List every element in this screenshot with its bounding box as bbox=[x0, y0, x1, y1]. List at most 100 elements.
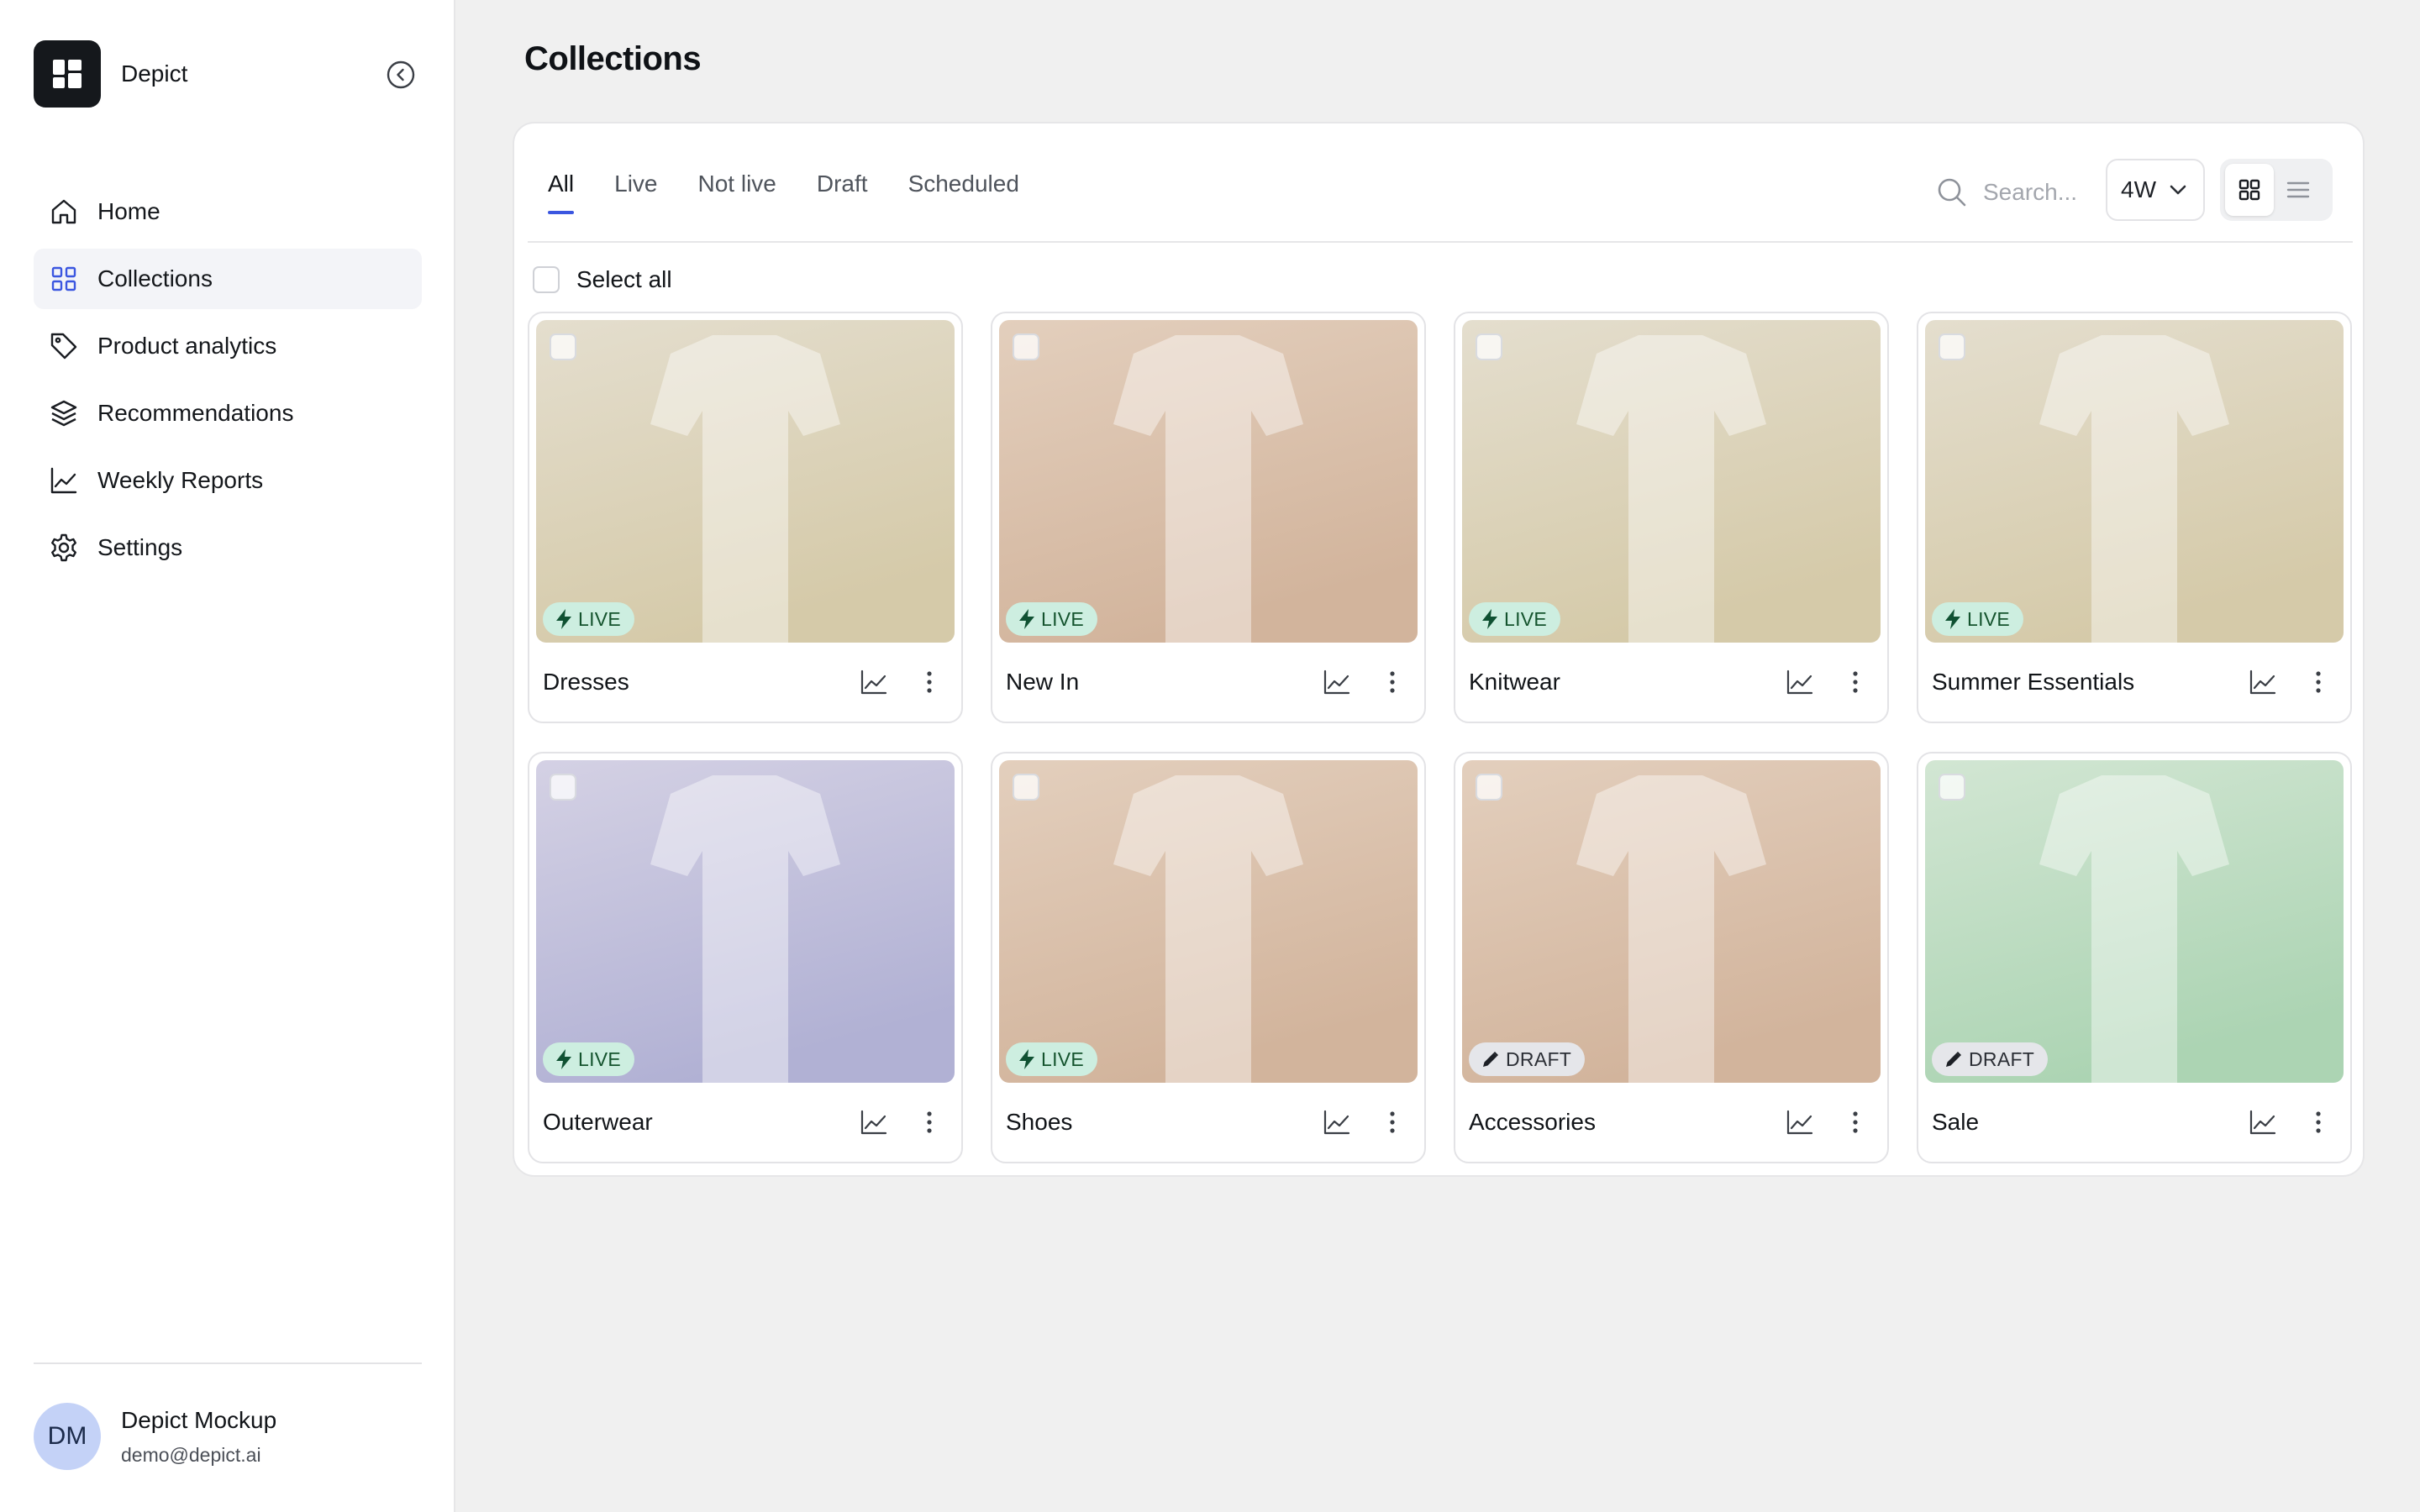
user-email: demo@depict.ai bbox=[121, 1443, 261, 1466]
more-vertical-icon bbox=[2316, 1111, 2321, 1133]
lightning-icon bbox=[1019, 1049, 1034, 1069]
garment-placeholder-icon bbox=[536, 320, 955, 643]
sidebar-item-product-analytics[interactable]: Product analytics bbox=[34, 316, 422, 376]
status-badge-label: DRAFT bbox=[1506, 1047, 1572, 1070]
tag-icon bbox=[47, 329, 81, 363]
lightning-icon bbox=[1945, 609, 1960, 629]
analytics-button[interactable] bbox=[1318, 1104, 1355, 1141]
garment-placeholder-icon bbox=[1925, 760, 2344, 1083]
more-options-button[interactable] bbox=[1374, 664, 1411, 701]
tab-scheduled[interactable]: Scheduled bbox=[908, 171, 1019, 214]
analytics-button[interactable] bbox=[1781, 1104, 1818, 1141]
collection-card-knitwear[interactable]: LIVE Knitwear bbox=[1454, 312, 1889, 723]
more-options-button[interactable] bbox=[1374, 1104, 1411, 1141]
sidebar-item-label: Recommendations bbox=[97, 400, 294, 426]
lightning-icon bbox=[556, 1049, 571, 1069]
chart-line-icon bbox=[2249, 1110, 2276, 1135]
chart-line-icon bbox=[1786, 1110, 1813, 1135]
more-options-button[interactable] bbox=[2300, 664, 2337, 701]
grid-view-icon bbox=[2238, 179, 2260, 201]
collection-checkbox[interactable] bbox=[1013, 774, 1039, 801]
layers-icon bbox=[47, 396, 81, 430]
collections-panel: All Live Not live Draft Scheduled 4W bbox=[513, 122, 2365, 1177]
collection-name: Outerwear bbox=[543, 1109, 653, 1135]
analytics-button[interactable] bbox=[1781, 664, 1818, 701]
more-options-button[interactable] bbox=[2300, 1104, 2337, 1141]
garment-placeholder-icon bbox=[1462, 760, 1881, 1083]
collection-card-accessories[interactable]: DRAFT Accessories bbox=[1454, 752, 1889, 1163]
more-vertical-icon bbox=[1390, 1111, 1395, 1133]
more-vertical-icon bbox=[1853, 1111, 1858, 1133]
more-vertical-icon bbox=[927, 1111, 932, 1133]
collection-checkbox[interactable] bbox=[1476, 774, 1502, 801]
tab-live[interactable]: Live bbox=[614, 171, 657, 214]
depict-logo-icon bbox=[34, 40, 101, 108]
collection-checkbox[interactable] bbox=[550, 333, 576, 360]
analytics-button[interactable] bbox=[2244, 1104, 2281, 1141]
more-options-button[interactable] bbox=[1837, 664, 1874, 701]
select-all-label: Select all bbox=[576, 266, 672, 292]
more-options-button[interactable] bbox=[911, 664, 948, 701]
live-badge: LIVE bbox=[1006, 602, 1098, 636]
status-badge-label: LIVE bbox=[578, 1047, 622, 1070]
sidebar-item-weekly-reports[interactable]: Weekly Reports bbox=[34, 450, 422, 511]
status-badge-label: DRAFT bbox=[1969, 1047, 2035, 1070]
app-name: Depict bbox=[121, 60, 188, 87]
more-vertical-icon bbox=[927, 671, 932, 693]
sidebar-item-collections[interactable]: Collections bbox=[34, 249, 422, 309]
collection-card-summer-essentials[interactable]: LIVE Summer Essentials bbox=[1917, 312, 2352, 723]
sidebar-item-recommendations[interactable]: Recommendations bbox=[34, 383, 422, 444]
status-tabs: All Live Not live Draft Scheduled bbox=[548, 171, 1060, 214]
collection-card-outerwear[interactable]: LIVE Outerwear bbox=[528, 752, 963, 1163]
search-box bbox=[1936, 169, 2092, 216]
analytics-button[interactable] bbox=[855, 1104, 892, 1141]
collection-card-new-in[interactable]: LIVE New In bbox=[991, 312, 1426, 723]
collection-card-sale[interactable]: DRAFT Sale bbox=[1917, 752, 2352, 1163]
tab-not-live[interactable]: Not live bbox=[698, 171, 776, 214]
collection-name: Shoes bbox=[1006, 1109, 1073, 1135]
collection-checkbox[interactable] bbox=[1476, 333, 1502, 360]
collection-checkbox[interactable] bbox=[1939, 333, 1965, 360]
tab-draft[interactable]: Draft bbox=[817, 171, 868, 214]
list-view-button[interactable] bbox=[2274, 164, 2323, 216]
list-view-icon bbox=[2286, 181, 2310, 198]
tab-all[interactable]: All bbox=[548, 171, 575, 214]
collection-checkbox[interactable] bbox=[1939, 774, 1965, 801]
status-badge-label: LIVE bbox=[1504, 607, 1548, 630]
user-profile[interactable]: DM Depict Mockup demo@depict.ai bbox=[34, 1403, 276, 1470]
more-options-button[interactable] bbox=[1837, 1104, 1874, 1141]
chart-line-icon bbox=[1323, 1110, 1350, 1135]
collection-name: Sale bbox=[1932, 1109, 1980, 1135]
sidebar-item-settings[interactable]: Settings bbox=[34, 517, 422, 578]
user-name: Depict Mockup bbox=[121, 1406, 277, 1433]
collection-checkbox[interactable] bbox=[550, 774, 576, 801]
search-input[interactable] bbox=[1983, 179, 2092, 206]
sidebar: Depict Home Collections Product analytic… bbox=[0, 0, 455, 1512]
chart-line-icon bbox=[1786, 669, 1813, 695]
live-badge: LIVE bbox=[1932, 602, 2024, 636]
collapse-sidebar-button[interactable] bbox=[385, 59, 417, 91]
analytics-button[interactable] bbox=[1318, 664, 1355, 701]
collection-card-dresses[interactable]: LIVE Dresses bbox=[528, 312, 963, 723]
grid-view-button[interactable] bbox=[2225, 164, 2274, 216]
analytics-button[interactable] bbox=[855, 664, 892, 701]
sidebar-item-label: Weekly Reports bbox=[97, 467, 264, 493]
select-all[interactable]: Select all bbox=[533, 266, 672, 293]
period-select[interactable]: 4W bbox=[2106, 159, 2205, 221]
status-badge-label: LIVE bbox=[1041, 1047, 1085, 1070]
brand[interactable]: Depict bbox=[34, 40, 187, 108]
sidebar-item-home[interactable]: Home bbox=[34, 181, 422, 242]
lightning-icon bbox=[1019, 609, 1034, 629]
collection-card-shoes[interactable]: LIVE Shoes bbox=[991, 752, 1426, 1163]
status-badge-label: LIVE bbox=[1967, 607, 2011, 630]
live-badge: LIVE bbox=[1469, 602, 1561, 636]
more-options-button[interactable] bbox=[911, 1104, 948, 1141]
view-toggle bbox=[2220, 159, 2333, 221]
analytics-button[interactable] bbox=[2244, 664, 2281, 701]
more-vertical-icon bbox=[2316, 671, 2321, 693]
select-all-checkbox[interactable] bbox=[533, 266, 560, 293]
period-value: 4W bbox=[2121, 176, 2156, 202]
chart-line-icon bbox=[860, 1110, 887, 1135]
tabs-divider bbox=[528, 241, 2353, 243]
collection-checkbox[interactable] bbox=[1013, 333, 1039, 360]
